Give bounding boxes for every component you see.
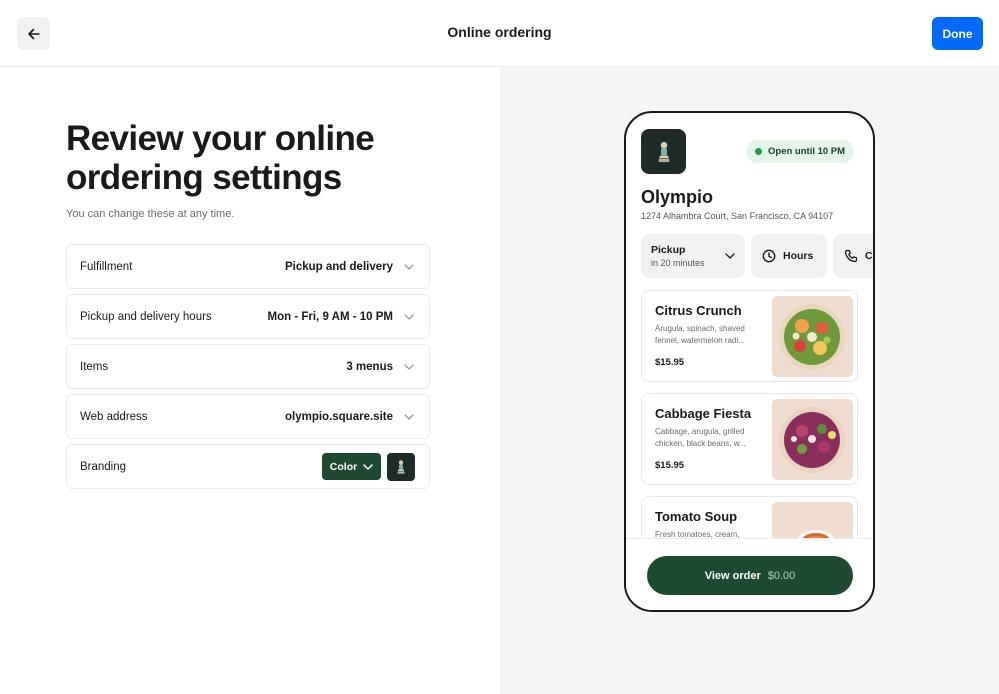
salad-bowl-image <box>779 304 845 370</box>
setting-row-branding: Branding Color <box>66 444 430 489</box>
restaurant-address: 1274 Alhambra Court, San Francisco, CA 9… <box>641 211 834 221</box>
setting-value: Mon - Fri, 9 AM - 10 PM <box>267 310 393 323</box>
setting-value: 3 menus <box>346 360 393 373</box>
chevron-down-icon <box>725 253 735 259</box>
menu-item-description: Cabbage, arugula, grilled chicken, black… <box>655 427 746 448</box>
settings-list: Fulfillment Pickup and delivery Pickup a… <box>66 244 430 494</box>
page-title: Online ordering <box>447 24 552 40</box>
chevron-down-icon <box>403 411 415 423</box>
setting-row-hours[interactable]: Pickup and delivery hours Mon - Fri, 9 A… <box>66 294 430 339</box>
setting-row-fulfillment[interactable]: Fulfillment Pickup and delivery <box>66 244 430 289</box>
view-order-label: View order <box>704 569 761 582</box>
top-bar: Online ordering Done <box>0 0 999 67</box>
order-footer: View order $0.00 <box>626 538 873 610</box>
menu-item-card[interactable]: Cabbage Fiesta Cabbage, arugula, grilled… <box>641 393 858 485</box>
hours-chip[interactable]: Hours <box>751 234 827 278</box>
chevron-down-icon <box>363 463 373 470</box>
clock-icon <box>762 249 776 263</box>
done-button[interactable]: Done <box>932 17 983 50</box>
setting-value: Pickup and delivery <box>284 260 393 273</box>
menu-item-description: Arugula, spinach, shaved fennel, waterme… <box>655 324 745 345</box>
setting-row-items[interactable]: Items 3 menus <box>66 344 430 389</box>
menu-item-photo <box>772 296 853 377</box>
menu-item-photo <box>772 399 853 480</box>
menu-item-name: Citrus Crunch <box>655 303 742 318</box>
logo-upload-button[interactable] <box>387 452 415 481</box>
setting-label: Web address <box>80 410 148 423</box>
setting-label: Items <box>80 360 109 373</box>
action-chips: Pickup in 20 minutes Hours Call <box>641 234 873 279</box>
view-order-button[interactable]: View order $0.00 <box>647 556 853 595</box>
color-button-label: Color <box>329 460 358 473</box>
menu-item-card[interactable]: Citrus Crunch Arugula, spinach, shaved f… <box>641 290 858 382</box>
statue-logo-icon <box>397 459 405 474</box>
phone-preview: Open until 10 PM Olympio 1274 Alhambra C… <box>624 111 875 612</box>
setting-label: Pickup and delivery hours <box>80 310 212 323</box>
menu-item-price: $15.95 <box>655 460 685 471</box>
pickup-chip[interactable]: Pickup in 20 minutes <box>641 234 745 278</box>
settings-subtitle: You can change these at any time. <box>66 208 235 220</box>
settings-panel: Review your online ordering settings You… <box>0 67 500 694</box>
menu-item-name: Cabbage Fiesta <box>655 406 752 421</box>
salad-bowl-image <box>779 407 845 473</box>
color-button[interactable]: Color <box>322 453 381 480</box>
chevron-down-icon <box>403 261 415 273</box>
preview-panel: Open until 10 PM Olympio 1274 Alhambra C… <box>500 67 999 694</box>
setting-label: Fulfillment <box>80 260 133 273</box>
restaurant-logo <box>641 129 686 174</box>
pickup-chip-title: Pickup <box>651 244 686 256</box>
status-dot-icon <box>755 148 762 155</box>
status-badge: Open until 10 PM <box>746 140 855 163</box>
restaurant-name: Olympio <box>641 187 714 207</box>
chevron-down-icon <box>403 311 415 323</box>
settings-heading: Review your online ordering settings <box>66 119 375 197</box>
chevron-down-icon <box>403 361 415 373</box>
order-total: $0.00 <box>767 569 796 582</box>
call-chip-label: Call <box>865 250 873 262</box>
setting-row-web-address[interactable]: Web address olympio.square.site <box>66 394 430 439</box>
setting-label: Branding <box>80 460 127 473</box>
menu-item-price: $15.95 <box>655 357 685 368</box>
menu-item-name: Tomato Soup <box>655 509 738 524</box>
statue-logo-icon <box>658 141 669 162</box>
setting-value: olympio.square.site <box>284 410 393 423</box>
pickup-chip-subtitle: in 20 minutes <box>651 258 705 268</box>
call-chip[interactable]: Call <box>833 234 873 278</box>
status-text: Open until 10 PM <box>768 146 846 157</box>
hours-chip-label: Hours <box>783 250 814 262</box>
phone-icon <box>844 249 858 263</box>
